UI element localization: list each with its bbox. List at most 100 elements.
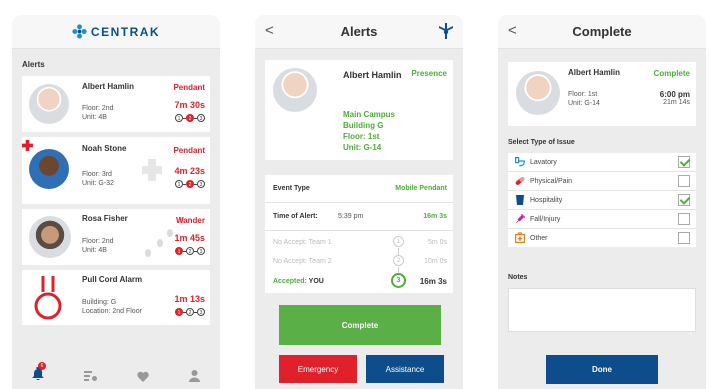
time-of-alert-label: Time of Alert:: [273, 213, 318, 220]
issue-option-lavatory[interactable]: Lavatory: [508, 153, 696, 172]
escalation-label: No Accept: Team 2: [273, 258, 332, 265]
issue-checkbox[interactable]: [678, 213, 690, 225]
elapsed-time: 4m 23s: [174, 166, 205, 176]
escalation-time: 5m 0s: [427, 239, 447, 246]
issue-label: Fall/Injury: [530, 215, 561, 223]
app-header: < Complete: [498, 15, 706, 49]
avatar: [516, 71, 560, 115]
event-type-label: Event Type: [273, 185, 310, 192]
alerts-section-label: Alerts: [22, 60, 45, 69]
step-2: 2: [186, 247, 194, 255]
done-button[interactable]: Done: [546, 355, 658, 384]
total-elapsed: 21m 14s: [663, 99, 690, 106]
notes-label: Notes: [508, 274, 528, 281]
syringe-icon: [516, 214, 525, 223]
escalation-step-2: 2: [393, 255, 404, 266]
step-1: 1: [175, 308, 183, 316]
step-2: 2: [186, 114, 194, 122]
alert-card[interactable]: Noah Stone Floor: 3rd Unit: G-32 Pendant…: [22, 137, 210, 204]
step-1: 1: [175, 247, 183, 255]
pull-cord-icon: [34, 276, 62, 320]
heart-icon[interactable]: [137, 371, 149, 382]
accepted-label: Accepted:: [273, 278, 307, 285]
page-title: Complete: [572, 24, 632, 39]
caduceus-icon[interactable]: [439, 23, 453, 39]
issue-checkbox[interactable]: [678, 156, 690, 168]
patient-name: Noah Stone: [82, 144, 127, 153]
issue-checkbox[interactable]: [678, 194, 690, 206]
building-text: Building: G: [82, 299, 117, 306]
alert-card[interactable]: Pull Cord Alarm Building: G Location: 2n…: [22, 270, 210, 325]
escalation-steps: 123: [175, 247, 205, 255]
patient-card: Albert Hamlin Floor: 1st Unit: G-14 Comp…: [508, 62, 696, 126]
unit-text: Unit: 4B: [82, 247, 107, 254]
time-of-alert-value: 5:39 pm: [338, 213, 364, 220]
alert-card[interactable]: Albert Hamlin Floor: 2nd Unit: 4B Pendan…: [22, 76, 210, 132]
patient-name: Albert Hamlin: [568, 68, 621, 77]
campus: Main Campus: [343, 110, 396, 119]
time-of-alert-elapsed: 16m 3s: [423, 213, 447, 220]
alert-type: Pendant: [173, 146, 205, 155]
select-issue-label: Select Type of Issue: [508, 139, 575, 146]
accepted-by: YOU: [308, 278, 324, 285]
nav-alerts[interactable]: 6: [32, 362, 46, 385]
location-block: Main Campus Building G Floor: 1st Unit: …: [343, 109, 395, 153]
back-button[interactable]: <: [265, 22, 274, 39]
escalation-steps: 123: [175, 180, 205, 188]
alert-detail-screen: < Alerts Albert Hamlin Presence Main Cam…: [255, 15, 463, 389]
unit-text: Unit: G-32: [82, 180, 114, 187]
issue-checkbox[interactable]: [678, 232, 690, 244]
issue-option-fall-injury[interactable]: Fall/Injury: [508, 210, 696, 229]
building: Building G: [343, 121, 384, 130]
status-tag: Complete: [653, 69, 690, 78]
unit: Unit: G-14: [343, 143, 382, 152]
issue-option-hospitality[interactable]: Hospitality: [508, 191, 696, 210]
time-of-alert-row: Time of Alert: 5:39 pm 16m 3s: [265, 203, 453, 231]
completed-time: 6:00 pm: [659, 90, 690, 99]
patient-name: Albert Hamlin: [82, 82, 135, 91]
emergency-button[interactable]: Emergency: [279, 355, 357, 383]
issue-checkbox[interactable]: [678, 175, 690, 187]
complete-screen: < Complete Albert Hamlin Floor: 1st Unit…: [498, 15, 706, 389]
issue-list: Lavatory Physical/Pain Hospitality Fall/…: [508, 153, 696, 247]
page-title: Alerts: [340, 24, 378, 39]
centrak-logo-icon: [72, 24, 87, 39]
cup-icon: [516, 195, 524, 205]
escalation-step-3: 3: [391, 273, 406, 288]
presence-tag: Presence: [411, 69, 447, 78]
complete-button[interactable]: Complete: [279, 305, 441, 345]
issue-option-other[interactable]: Other: [508, 229, 696, 247]
profile-icon[interactable]: [189, 370, 200, 382]
floor-text: Floor: 2nd: [82, 238, 114, 245]
step-1: 1: [175, 180, 183, 188]
floor: Floor: 1st: [343, 132, 380, 141]
floor-text: Floor: 2nd: [82, 105, 114, 112]
centrak-logo: CENTRAK: [72, 24, 160, 39]
escalation-steps: 123: [175, 308, 205, 316]
notes-textarea[interactable]: [508, 288, 696, 332]
escalation-list: No Accept: Team 1 1 5m 0s No Accept: Tea…: [265, 231, 453, 293]
issue-option-physical-pain[interactable]: Physical/Pain: [508, 172, 696, 191]
location-text: Location: 2nd Floor: [82, 308, 142, 315]
patient-card: Albert Hamlin Presence Main Campus Build…: [265, 60, 453, 160]
alerts-list-screen: CENTRAK Alerts Albert Hamlin Floor: 2nd …: [12, 15, 220, 389]
escalation-time: 16m 3s: [419, 277, 447, 286]
issue-label: Lavatory: [530, 158, 557, 166]
escalation-time: 10m 0s: [424, 258, 447, 265]
unit-text: Unit: G-14: [568, 100, 600, 107]
accepted-row: Accepted: YOU: [273, 278, 324, 285]
alert-type: Wander: [175, 216, 205, 225]
step-3: 3: [197, 308, 205, 316]
list-bell-icon[interactable]: [84, 370, 97, 382]
alert-card[interactable]: Rosa Fisher Floor: 2nd Unit: 4B Wander 1…: [22, 209, 210, 265]
medkit-icon: [515, 232, 525, 243]
step-2: 2: [186, 308, 194, 316]
event-type-value: Mobile Pendant: [395, 185, 447, 192]
back-button[interactable]: <: [508, 22, 517, 39]
step-3: 3: [197, 114, 205, 122]
assistance-button[interactable]: Assistance: [366, 355, 444, 383]
avatar: [29, 149, 69, 189]
logo-text: CENTRAK: [90, 24, 161, 39]
alert-type: Pendant: [173, 83, 205, 92]
elapsed-time: 1m 45s: [174, 233, 205, 243]
